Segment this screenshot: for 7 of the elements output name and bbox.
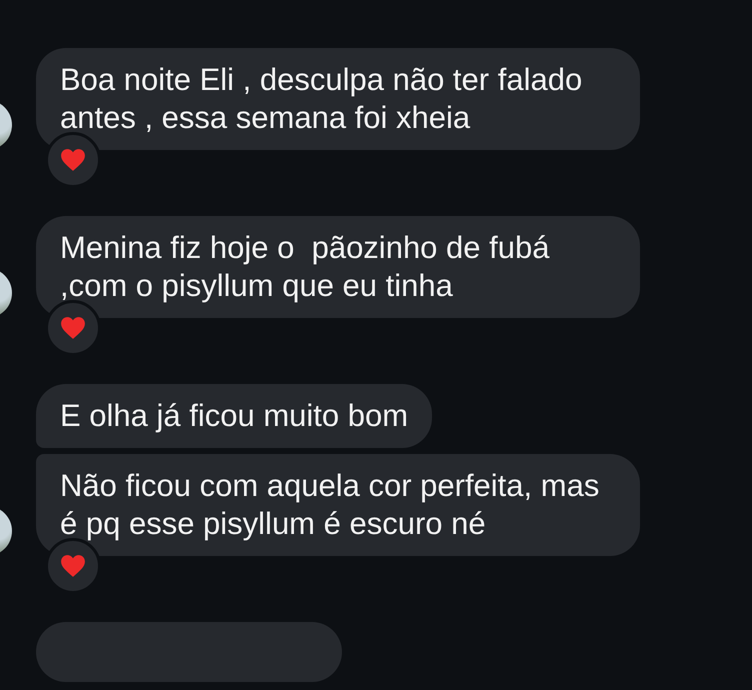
message-bubble: Não ficou com aquela cor perfeita, mas é pq esse pisyllum é escuro né bbox=[36, 454, 640, 556]
heart-icon bbox=[60, 316, 86, 340]
message-bubble: Menina fiz hoje o pãozinho de fubá ,com o pisyllum que eu tinha bbox=[36, 216, 640, 318]
heart-icon bbox=[60, 554, 86, 578]
message-bubble: Boa noite Eli , desculpa não ter falado antes , essa semana foi xheia bbox=[36, 48, 640, 150]
message-bubble: E olha já ficou muito bom bbox=[36, 384, 432, 448]
heart-icon bbox=[60, 148, 86, 172]
